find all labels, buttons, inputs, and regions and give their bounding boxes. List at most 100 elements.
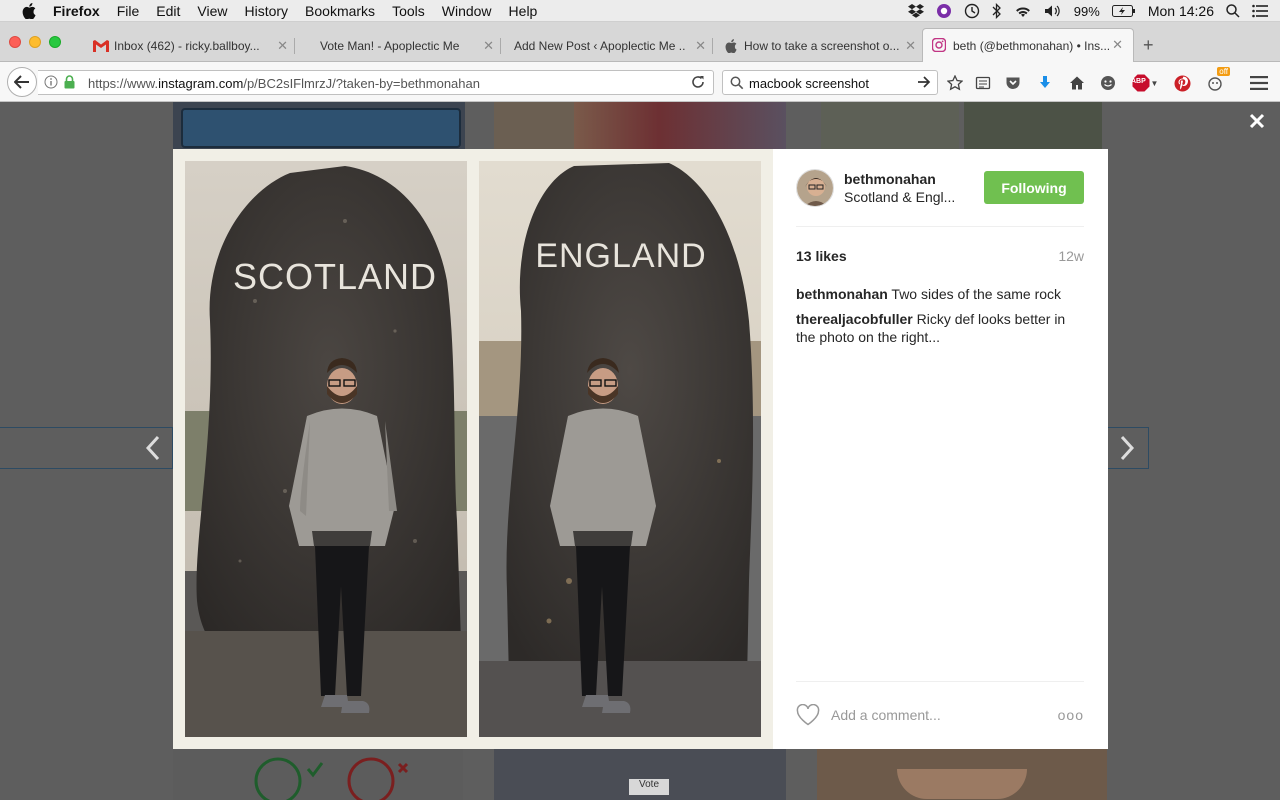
window-close-button[interactable]	[9, 36, 21, 48]
comment: therealjacobfuller Ricky def looks bette…	[796, 310, 1084, 346]
back-arrow-icon	[14, 75, 29, 89]
photo-panel-scotland: SCOTLAND	[185, 161, 467, 737]
close-tab-icon[interactable]: ✕	[695, 38, 706, 54]
following-button[interactable]: Following	[984, 171, 1084, 204]
pinterest-icon[interactable]	[1171, 72, 1193, 94]
apple-icon	[723, 39, 739, 53]
extension-off-badge: off	[1217, 67, 1230, 76]
tab-instagram-active[interactable]: beth (@bethmonahan) • Ins... ✕	[922, 28, 1134, 63]
window-zoom-button[interactable]	[49, 36, 61, 48]
macos-menubar: Firefox File Edit View History Bookmarks…	[0, 0, 1280, 22]
menu-bookmarks[interactable]: Bookmarks	[305, 3, 375, 19]
next-post-arrow-icon[interactable]	[1106, 427, 1148, 469]
close-tab-icon[interactable]: ✕	[277, 38, 288, 54]
home-icon[interactable]	[1066, 72, 1088, 94]
menu-view[interactable]: View	[197, 3, 227, 19]
pocket-icon[interactable]	[1002, 72, 1024, 94]
adblock-plus-icon[interactable]: ABP ▼	[1129, 72, 1161, 94]
background-post-thumbnail: Vote	[494, 749, 786, 800]
reading-list-icon[interactable]	[972, 72, 994, 94]
location-link[interactable]: Scotland & Engl...	[844, 189, 964, 205]
window-minimize-button[interactable]	[29, 36, 41, 48]
volume-icon[interactable]	[1044, 4, 1062, 18]
reload-icon[interactable]	[691, 75, 705, 92]
comment-username[interactable]: bethmonahan	[796, 286, 888, 302]
add-comment-input[interactable]: Add a comment...	[831, 707, 941, 723]
url-prefix: https://www.	[88, 76, 159, 91]
apple-menu-icon[interactable]	[19, 2, 39, 19]
tab-title: Vote Man! - Apoplectic Me	[320, 39, 460, 53]
url-bar[interactable]: https://www.instagram.com/p/BC2sIFlmrzJ/…	[38, 70, 714, 95]
dropbox-icon[interactable]	[907, 4, 924, 18]
adblock-badge: ABP	[1131, 78, 1146, 85]
spotlight-search-icon[interactable]	[1226, 4, 1240, 18]
avatar[interactable]	[796, 169, 834, 207]
background-post-thumbnail	[173, 102, 465, 149]
caption: bethmonahan Two sides of the same rock	[796, 285, 1084, 303]
divider	[796, 226, 1084, 227]
post-modal: SCOTLAND ENGLAND bethmonahan Scotland & …	[173, 149, 1108, 749]
likes-count[interactable]: 13 likes	[796, 248, 847, 264]
back-button[interactable]	[7, 67, 37, 97]
post-photo[interactable]: SCOTLAND ENGLAND	[173, 149, 773, 749]
tab-vote-man[interactable]: Vote Man! - Apoplectic Me ✕	[296, 30, 496, 62]
new-tab-plus-icon[interactable]: +	[1143, 36, 1154, 54]
search-input-value[interactable]: macbook screenshot	[749, 76, 869, 91]
menu-edit[interactable]: Edit	[156, 3, 180, 19]
site-info-icon[interactable]	[44, 75, 58, 92]
search-icon	[730, 76, 744, 93]
previous-post-arrow-icon[interactable]	[132, 427, 174, 469]
divider	[796, 681, 1084, 682]
emoji-extension-icon[interactable]	[1097, 72, 1119, 94]
menu-history[interactable]: History	[244, 3, 288, 19]
menu-window[interactable]: Window	[442, 3, 492, 19]
wifi-icon[interactable]	[1014, 4, 1032, 18]
rescuetime-icon[interactable]	[936, 3, 952, 19]
tab-separator	[294, 38, 295, 54]
clock[interactable]: Mon 14:26	[1148, 3, 1214, 19]
post-age[interactable]: 12w	[1058, 248, 1084, 264]
adblock-dropdown-icon[interactable]: ▼	[1151, 79, 1159, 88]
menu-file[interactable]: File	[117, 3, 140, 19]
tab-add-new-post[interactable]: Add New Post ‹ Apoplectic Me ... ✕	[490, 30, 708, 62]
url-text[interactable]: https://www.instagram.com/p/BC2sIFlmrzJ/…	[88, 76, 480, 91]
close-tab-icon[interactable]: ✕	[1112, 37, 1123, 53]
menu-app-firefox[interactable]: Firefox	[53, 3, 100, 19]
extension-toggle-icon[interactable]: off	[1204, 67, 1230, 94]
menu-help[interactable]: Help	[509, 3, 538, 19]
background-post-thumbnail	[173, 749, 463, 800]
tab-screenshot-howto[interactable]: How to take a screenshot o... ✕	[720, 30, 918, 62]
post-sidebar: bethmonahan Scotland & Engl... Following…	[796, 149, 1084, 749]
navigation-toolbar: https://www.instagram.com/p/BC2sIFlmrzJ/…	[0, 62, 1280, 102]
tab-title: How to take a screenshot o...	[744, 39, 899, 53]
notification-center-icon[interactable]	[1252, 4, 1268, 18]
background-post-thumbnail	[817, 749, 1107, 800]
tab-title: beth (@bethmonahan) • Ins...	[953, 39, 1111, 53]
scotland-sign-text: SCOTLAND	[233, 256, 437, 297]
close-modal-icon[interactable]	[1246, 110, 1268, 132]
search-go-arrow-icon[interactable]	[917, 76, 931, 91]
photo-panel-england: ENGLAND	[479, 161, 761, 737]
bookmark-star-icon[interactable]	[944, 72, 966, 94]
time-machine-icon[interactable]	[964, 3, 980, 19]
bluetooth-icon[interactable]	[992, 3, 1002, 19]
tab-title: Inbox (462) - ricky.ballboy...	[114, 39, 259, 53]
search-box[interactable]: macbook screenshot	[722, 70, 938, 95]
username-link[interactable]: bethmonahan	[844, 171, 936, 187]
close-tab-icon[interactable]: ✕	[905, 38, 916, 54]
downloads-icon[interactable]	[1034, 72, 1056, 94]
like-heart-icon[interactable]	[796, 703, 820, 726]
background-post-thumbnail	[821, 102, 959, 149]
tab-title: Add New Post ‹ Apoplectic Me ...	[514, 39, 686, 53]
url-path: /p/BC2sIFlmrzJ/?taken-by=bethmonahan	[243, 76, 480, 91]
battery-charging-icon[interactable]	[1111, 5, 1136, 17]
more-options-icon[interactable]: ooo	[1058, 707, 1084, 723]
menu-tools[interactable]: Tools	[392, 3, 425, 19]
hamburger-menu-icon[interactable]	[1248, 72, 1270, 94]
comment-username[interactable]: therealjacobfuller	[796, 311, 913, 327]
gmail-icon	[93, 39, 109, 53]
secure-lock-icon	[64, 75, 75, 92]
battery-percent: 99%	[1073, 3, 1100, 19]
england-sign-text: ENGLAND	[535, 237, 706, 275]
tab-gmail[interactable]: Inbox (462) - ricky.ballboy... ✕	[90, 30, 290, 62]
